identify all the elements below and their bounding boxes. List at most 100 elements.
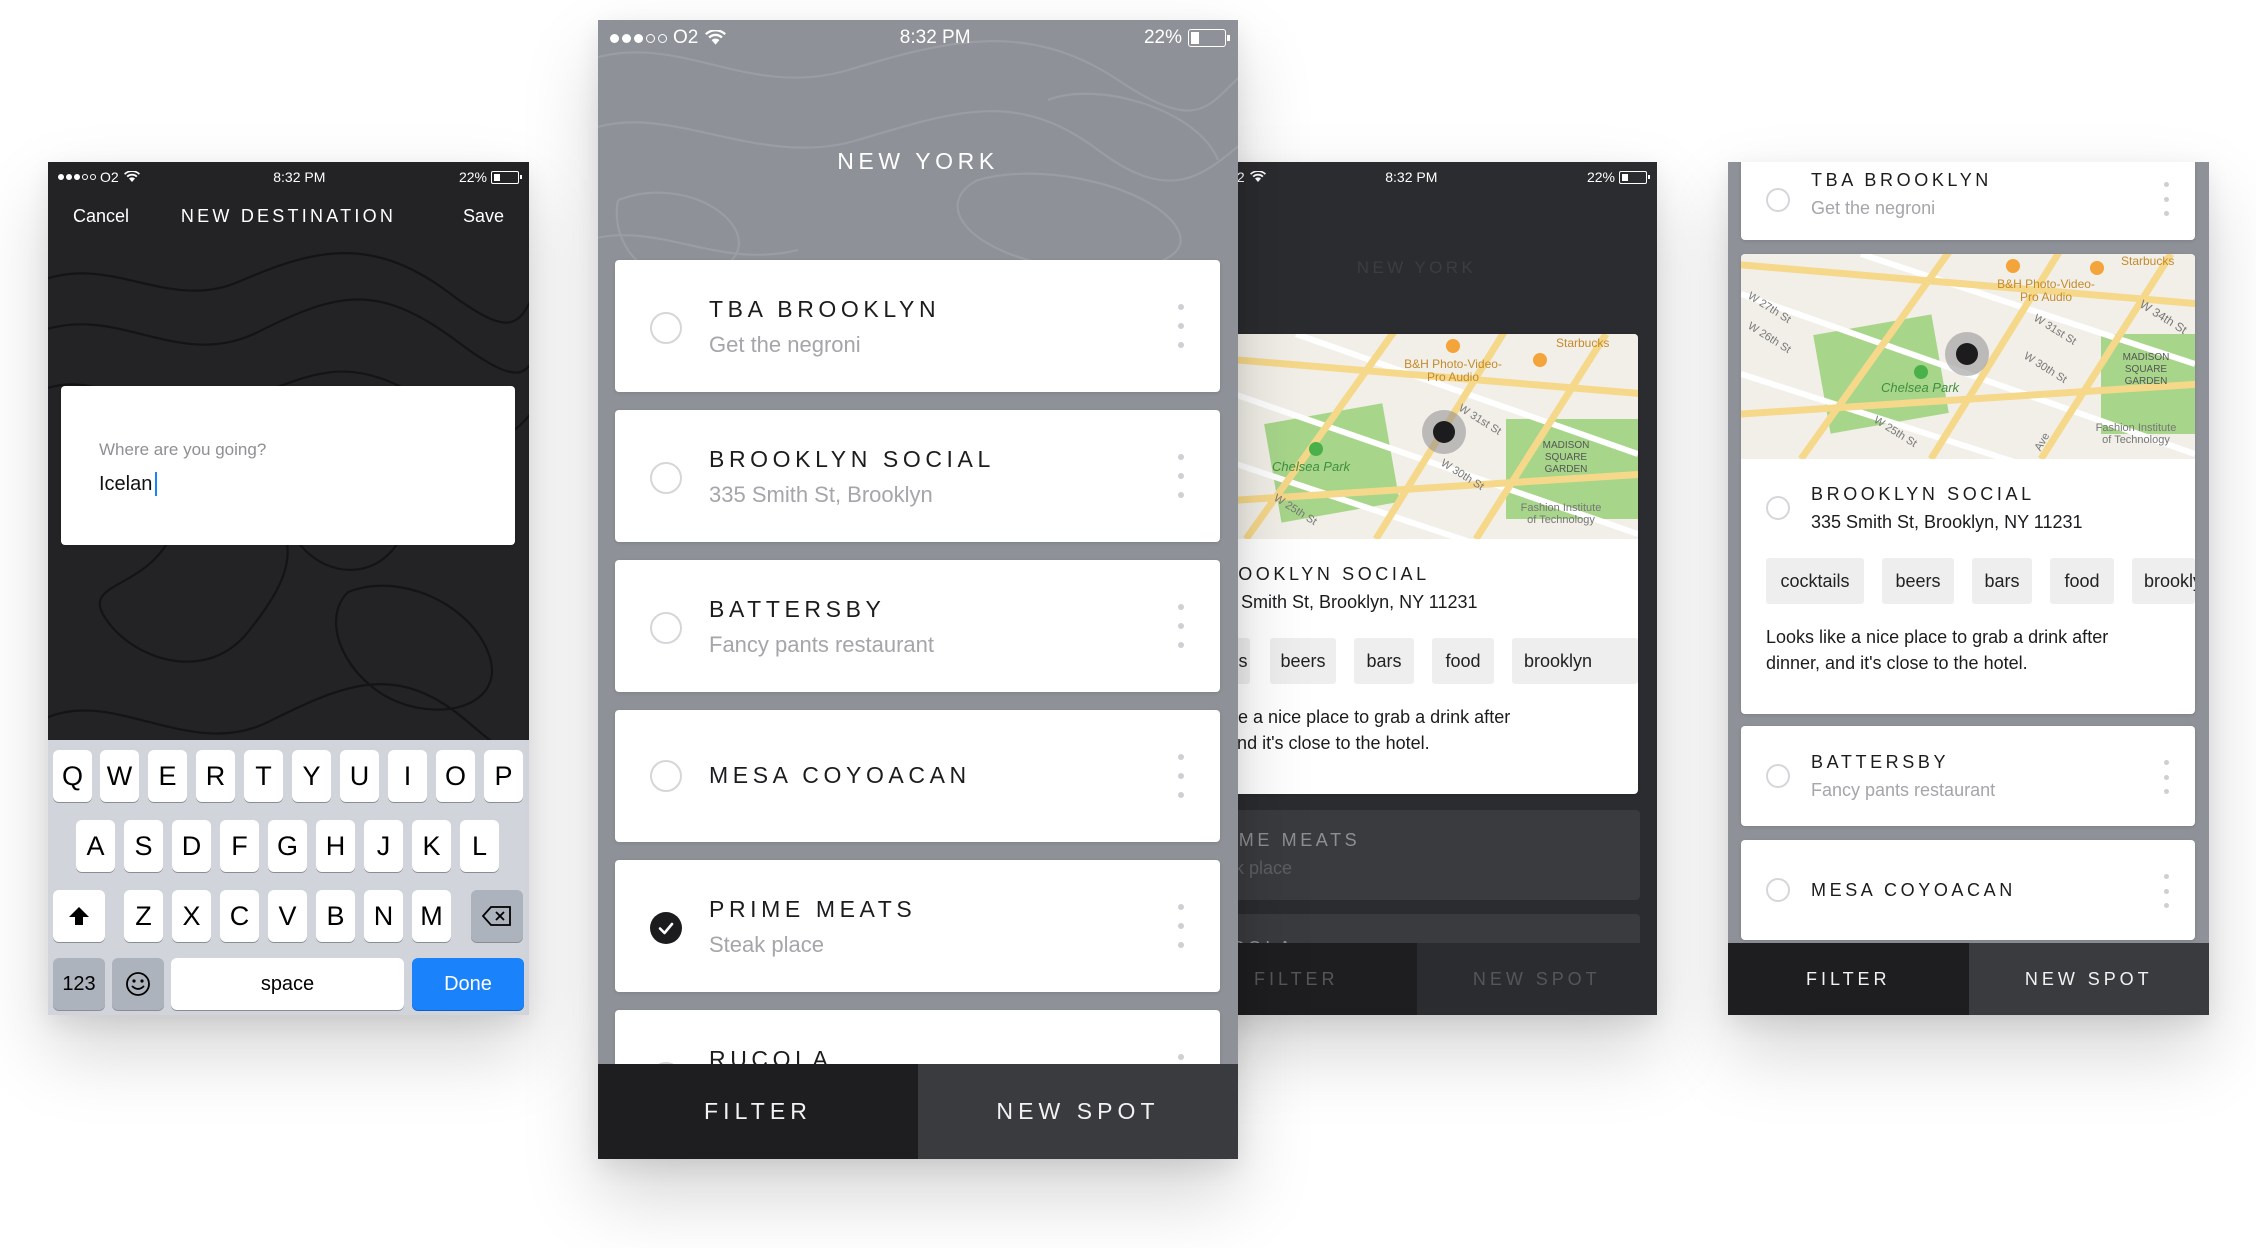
bottom-action-bar: FILTER NEW SPOT <box>1728 943 2209 1015</box>
battery-icon <box>1188 29 1230 47</box>
map-place-fit: Fashion Institute of Technology <box>2095 422 2177 446</box>
key-x[interactable]: X <box>172 890 211 942</box>
key-u[interactable]: U <box>340 750 379 802</box>
spot-item-title: MESA COYOACAN <box>709 762 971 788</box>
bottom-action-bar: FILTER NEW SPOT <box>1176 943 1657 1015</box>
key-h[interactable]: H <box>316 820 355 872</box>
spot-detail-card[interactable]: B&H Photo-Video-Pro Audio Starbucks Chel… <box>1176 334 1638 794</box>
spot-item-battersby[interactable]: BATTERSBY Fancy pants restaurant <box>615 560 1220 692</box>
tag-brooklyn[interactable]: brooklyn <box>2132 558 2195 604</box>
key-n[interactable]: N <box>364 890 403 942</box>
new-spot-button[interactable]: NEW SPOT <box>1416 943 1657 1015</box>
time-label: 8:32 PM <box>1385 169 1438 185</box>
tag-bars[interactable]: bars <box>1972 558 2032 604</box>
key-s[interactable]: S <box>124 820 163 872</box>
spot-radio[interactable] <box>650 612 682 644</box>
key-e[interactable]: E <box>148 750 187 802</box>
new-spot-button[interactable]: NEW SPOT <box>1968 943 2209 1015</box>
tag-food[interactable]: food <box>1432 638 1494 684</box>
shift-key[interactable] <box>53 890 105 942</box>
emoji-key[interactable] <box>112 958 164 1010</box>
key-a[interactable]: A <box>76 820 115 872</box>
destination-input-card[interactable]: Where are you going? Icelan <box>61 386 515 545</box>
key-l[interactable]: L <box>460 820 499 872</box>
spot-map[interactable]: B&H Photo-Video-Pro Audio Starbucks Chel… <box>1741 254 2195 459</box>
space-key[interactable]: space <box>171 958 404 1010</box>
map-place-msg: MADISON SQUARE GARDEN <box>1542 440 1590 475</box>
spot-item-tba-brooklyn[interactable]: TBA BROOKLYN Get the negroni <box>1741 162 2195 240</box>
more-icon[interactable] <box>1178 454 1184 498</box>
delete-key[interactable] <box>471 890 523 942</box>
spot-radio[interactable] <box>1766 878 1790 902</box>
more-icon[interactable] <box>1178 754 1184 798</box>
numbers-key[interactable]: 123 <box>53 958 105 1010</box>
destination-input[interactable]: Icelan <box>99 472 158 496</box>
spot-item-mesa-coyoacan[interactable]: MESA COYOACAN <box>615 710 1220 842</box>
key-w[interactable]: W <box>100 750 139 802</box>
key-g[interactable]: G <box>268 820 307 872</box>
more-icon[interactable] <box>2164 874 2169 908</box>
key-q[interactable]: Q <box>53 750 92 802</box>
spot-item-battersby[interactable]: BATTERSBY Fancy pants restaurant <box>1741 726 2195 826</box>
key-p[interactable]: P <box>484 750 523 802</box>
spot-detail-card[interactable]: B&H Photo-Video-Pro Audio Starbucks Chel… <box>1741 254 2195 714</box>
spot-radio-checked[interactable] <box>650 912 682 944</box>
spot-item-tba-brooklyn[interactable]: TBA BROOKLYN Get the negroni <box>615 260 1220 392</box>
spot-radio[interactable] <box>650 760 682 792</box>
key-j[interactable]: J <box>364 820 403 872</box>
key-k[interactable]: K <box>412 820 451 872</box>
tag-brooklyn[interactable]: brooklyn <box>1512 638 1638 684</box>
new-spot-button[interactable]: NEW SPOT <box>918 1064 1238 1159</box>
key-d[interactable]: D <box>172 820 211 872</box>
spot-map[interactable]: B&H Photo-Video-Pro Audio Starbucks Chel… <box>1176 334 1638 539</box>
spot-item-title: TBA BROOKLYN <box>709 296 941 322</box>
tag-beers[interactable]: beers <box>1882 558 1954 604</box>
spot-item-prime-meats[interactable]: PRIME MEATS Steak place <box>615 860 1220 992</box>
emoji-icon <box>126 972 150 996</box>
tag-food[interactable]: food <box>2050 558 2114 604</box>
key-t[interactable]: T <box>244 750 283 802</box>
key-m[interactable]: M <box>412 890 451 942</box>
wifi-icon <box>705 30 727 45</box>
wifi-icon <box>1249 171 1266 182</box>
filter-button[interactable]: FILTER <box>598 1064 918 1159</box>
tag-beers[interactable]: beers <box>1270 638 1336 684</box>
map-place-bh-photo: B&H Photo-Video-Pro Audio <box>1404 357 1502 384</box>
key-v[interactable]: V <box>268 890 307 942</box>
spot-item-title: BATTERSBY <box>709 596 886 622</box>
done-key[interactable]: Done <box>412 958 524 1010</box>
spot-name: BROOKLYN SOCIAL <box>1811 484 2035 504</box>
spot-item-subtitle: Get the negroni <box>709 332 861 357</box>
spot-radio[interactable] <box>1766 496 1790 520</box>
key-f[interactable]: F <box>220 820 259 872</box>
spot-item-prime-meats[interactable]: PRIME MEATS Steak place <box>1176 810 1640 900</box>
more-icon[interactable] <box>1178 604 1184 648</box>
spot-item-subtitle: 335 Smith St, Brooklyn <box>709 482 933 507</box>
key-z[interactable]: Z <box>124 890 163 942</box>
more-icon[interactable] <box>2164 182 2169 216</box>
spot-radio[interactable] <box>650 462 682 494</box>
more-icon[interactable] <box>1178 904 1184 948</box>
more-icon[interactable] <box>2164 760 2169 794</box>
spot-radio[interactable] <box>1766 764 1790 788</box>
signal-icon <box>610 33 673 43</box>
carrier-label: O2 <box>100 169 119 185</box>
battery-percent: 22% <box>1586 169 1615 185</box>
save-button[interactable]: Save <box>463 206 504 227</box>
filter-button[interactable]: FILTER <box>1728 943 1969 1015</box>
key-r[interactable]: R <box>196 750 235 802</box>
map-place-chelsea-park: Chelsea Park <box>1272 459 1351 474</box>
key-y[interactable]: Y <box>292 750 331 802</box>
spot-item-brooklyn-social[interactable]: BROOKLYN SOCIAL 335 Smith St, Brooklyn <box>615 410 1220 542</box>
tag-cocktails[interactable]: cocktails <box>1766 558 1864 604</box>
spot-item-title: BATTERSBY <box>1811 752 1950 772</box>
key-c[interactable]: C <box>220 890 259 942</box>
spot-radio[interactable] <box>1766 188 1790 212</box>
spot-radio[interactable] <box>650 312 682 344</box>
key-i[interactable]: I <box>388 750 427 802</box>
key-b[interactable]: B <box>316 890 355 942</box>
more-icon[interactable] <box>1178 304 1184 348</box>
tag-bars[interactable]: bars <box>1354 638 1414 684</box>
spot-item-mesa-coyoacan[interactable]: MESA COYOACAN <box>1741 840 2195 940</box>
key-o[interactable]: O <box>436 750 475 802</box>
